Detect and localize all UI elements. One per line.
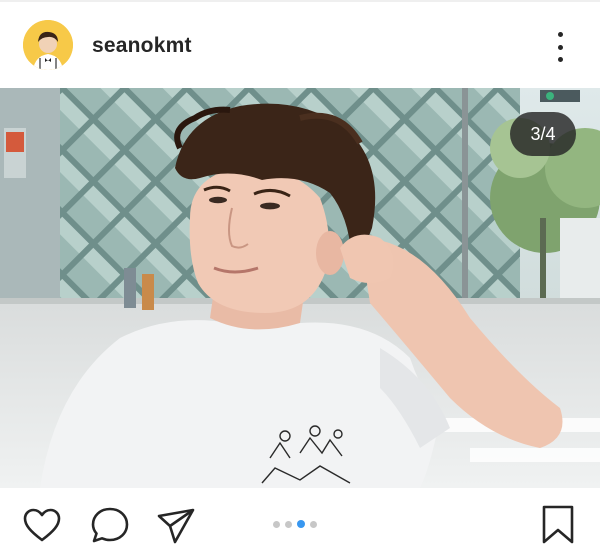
username[interactable]: seanokmt: [92, 34, 192, 58]
carousel-pager: [273, 520, 317, 528]
pager-dot: [273, 520, 280, 528]
pager-dot: [285, 520, 292, 528]
paper-plane-icon: [157, 508, 195, 544]
like-button[interactable]: [22, 506, 62, 546]
more-vertical-icon: [557, 32, 563, 37]
comment-button[interactable]: [90, 505, 130, 545]
heart-icon: [23, 508, 61, 542]
share-button[interactable]: [156, 506, 196, 546]
more-options-button[interactable]: [546, 30, 574, 64]
pager-dot-active: [297, 520, 305, 528]
more-dot: [557, 57, 563, 62]
post-photo[interactable]: [0, 88, 600, 488]
save-button[interactable]: [538, 504, 578, 544]
bookmark-icon: [542, 505, 574, 544]
more-dot: [557, 44, 563, 50]
comment-bubble-icon: [91, 507, 129, 543]
carousel-counter-badge: 3/4: [510, 112, 576, 156]
pager-dot: [310, 520, 317, 528]
profile-avatar[interactable]: [23, 20, 73, 70]
post-header: seanokmt: [0, 0, 600, 88]
